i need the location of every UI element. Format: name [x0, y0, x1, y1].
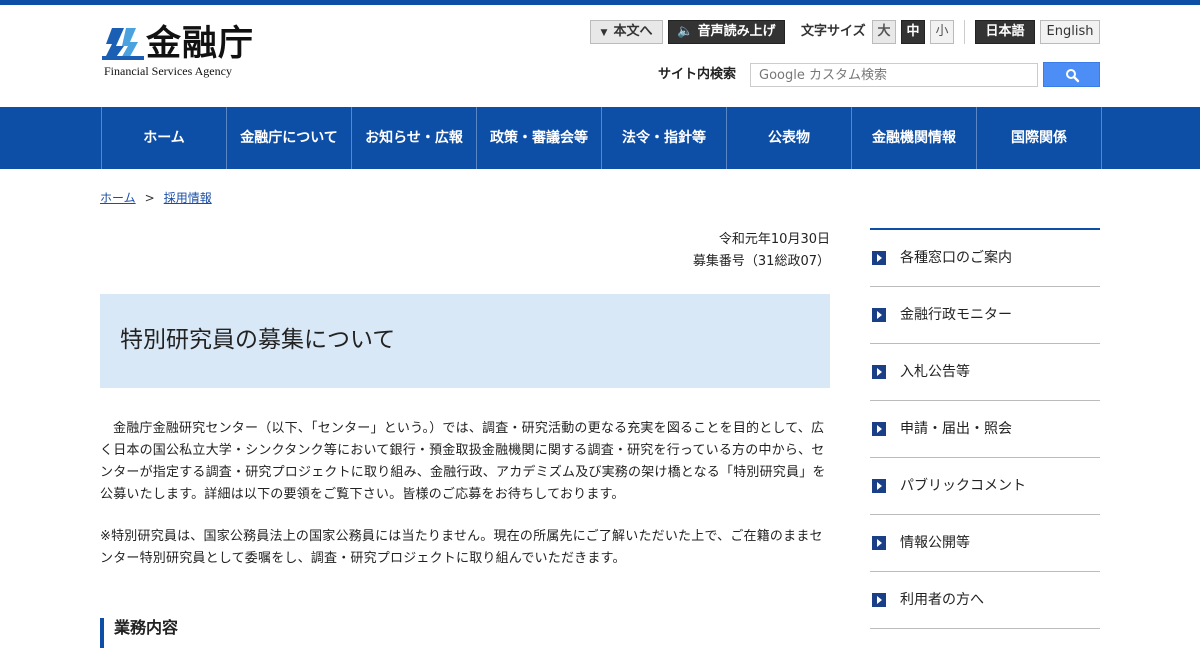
breadcrumb-current-link[interactable]: 採用情報	[164, 191, 212, 205]
sidebar-item-label: 入札公告等	[900, 364, 970, 380]
breadcrumb-separator: >	[144, 191, 155, 205]
font-size-label: 文字サイズ	[801, 24, 866, 39]
sidebar-item-label: 金融行政モニター	[900, 307, 1012, 323]
skip-to-content-button[interactable]: ▼ 本文へ	[590, 20, 663, 44]
arrow-right-icon	[872, 308, 886, 322]
arrow-right-icon	[872, 593, 886, 607]
sidebar-item-users[interactable]: 利用者の方へ	[870, 572, 1100, 629]
nav-item-home[interactable]: ホーム	[102, 107, 227, 169]
arrow-right-icon	[872, 479, 886, 493]
recruitment-number: 募集番号（31総政07）	[692, 254, 830, 269]
site-logo[interactable]: 金融庁 Financial Services Agency	[102, 24, 272, 80]
page-title: 特別研究員の募集について	[120, 327, 396, 353]
caret-down-icon: ▼	[600, 28, 608, 38]
intro-paragraph: 金融庁金融研究センター（以下、「センター」という。）では、調査・研究活動の更なる…	[100, 421, 826, 502]
font-size-small-button[interactable]: 小	[930, 20, 954, 44]
arrow-right-icon	[872, 422, 886, 436]
top-accent-bar	[0, 0, 1200, 5]
voice-label: 音声読み上げ	[697, 24, 776, 39]
font-size-medium-button[interactable]: 中	[901, 20, 925, 44]
search-icon	[1066, 69, 1080, 83]
publish-date: 令和元年10月30日	[718, 232, 830, 247]
font-size-large-button[interactable]: 大	[872, 20, 896, 44]
sidebar-item-label: 申請・届出・照会	[900, 421, 1012, 437]
sidebar-item-monitor[interactable]: 金融行政モニター	[870, 287, 1100, 344]
search-label: サイト内検索	[658, 67, 737, 82]
sidebar-item-label: パブリックコメント	[900, 478, 1026, 494]
lang-english-button[interactable]: English	[1040, 20, 1100, 44]
nav-item-news[interactable]: お知らせ・広報	[352, 107, 477, 169]
sidebar-item-label: 各種窓口のご案内	[900, 250, 1012, 266]
arrow-right-icon	[872, 536, 886, 550]
nav-item-institutions[interactable]: 金融機関情報	[852, 107, 977, 169]
sidebar-item-applications[interactable]: 申請・届出・照会	[870, 401, 1100, 458]
speaker-icon: 🔈	[677, 24, 694, 39]
divider	[964, 20, 965, 44]
nav-item-about[interactable]: 金融庁について	[227, 107, 352, 169]
sidebar-item-public-comment[interactable]: パブリックコメント	[870, 458, 1100, 515]
breadcrumb-home-link[interactable]: ホーム	[100, 191, 136, 205]
sidebar-menu: 各種窓口のご案内 金融行政モニター 入札公告等 申請・届出・照会 パブリックコメ…	[870, 228, 1100, 629]
logo-subtitle: Financial Services Agency	[104, 64, 232, 78]
sidebar-item-contacts[interactable]: 各種窓口のご案内	[870, 230, 1100, 287]
sidebar-item-bids[interactable]: 入札公告等	[870, 344, 1100, 401]
note-paragraph: ※特別研究員は、国家公務員法上の国家公務員には当たりません。現在の所属先にご了解…	[100, 529, 823, 566]
breadcrumb: ホーム > 採用情報	[100, 190, 212, 206]
sidebar-item-disclosure[interactable]: 情報公開等	[870, 515, 1100, 572]
sidebar-item-label: 情報公開等	[900, 535, 970, 551]
lang-japanese-button[interactable]: 日本語	[975, 20, 1035, 44]
page-title-box: 特別研究員の募集について	[100, 294, 830, 388]
fsa-logo-mark-icon	[102, 28, 144, 60]
nav-item-international[interactable]: 国際関係	[977, 107, 1102, 169]
nav-item-publications[interactable]: 公表物	[727, 107, 852, 169]
arrow-right-icon	[872, 251, 886, 265]
skip-label: 本文へ	[613, 24, 653, 39]
nav-item-laws[interactable]: 法令・指針等	[602, 107, 727, 169]
sidebar-item-label: 利用者の方へ	[900, 592, 984, 608]
arrow-right-icon	[872, 365, 886, 379]
logo-title: 金融庁	[146, 24, 255, 64]
search-input[interactable]	[750, 63, 1038, 87]
nav-item-policy[interactable]: 政策・審議会等	[477, 107, 602, 169]
voice-readout-button[interactable]: 🔈 音声読み上げ	[668, 20, 785, 44]
search-button[interactable]	[1043, 62, 1100, 87]
section-heading: 業務内容	[100, 618, 514, 648]
global-nav: ホーム 金融庁について お知らせ・広報 政策・審議会等 法令・指針等 公表物 金…	[0, 107, 1200, 169]
